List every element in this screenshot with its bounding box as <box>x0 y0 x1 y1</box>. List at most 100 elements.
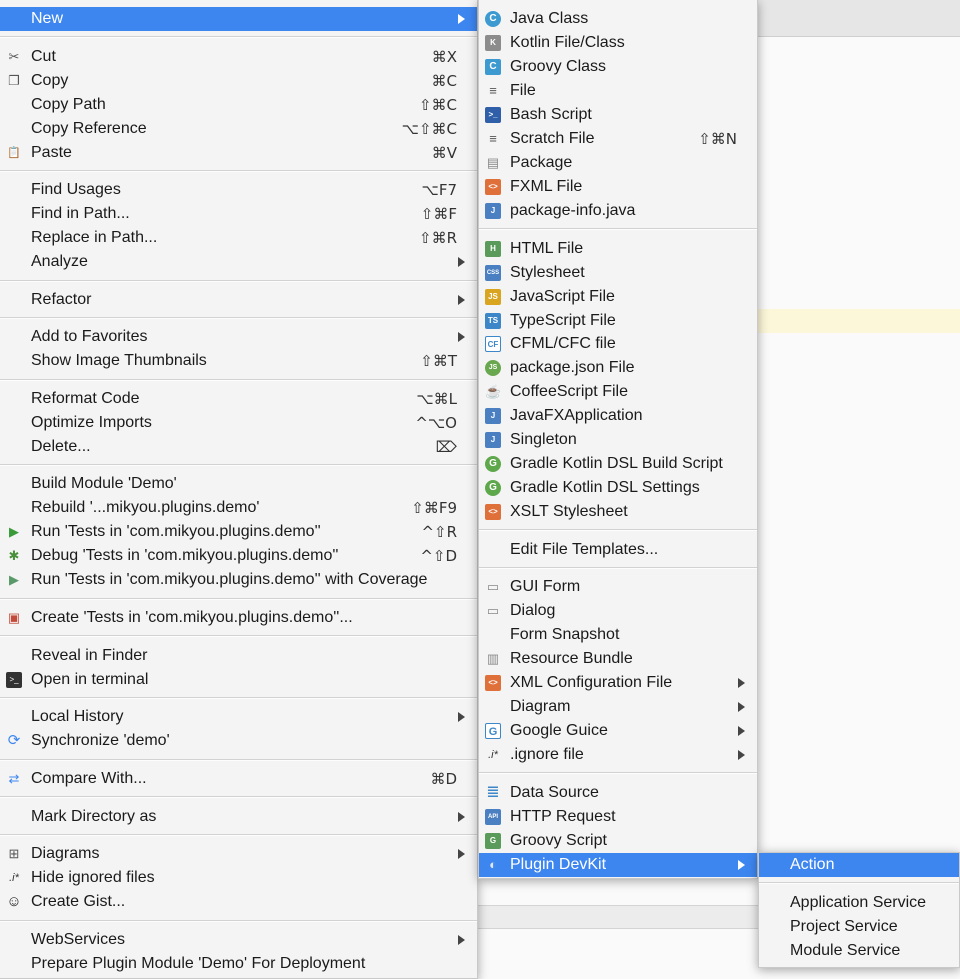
new-item-typescript-file[interactable]: TS TypeScript File <box>479 309 757 333</box>
menu-item-copy-reference[interactable]: Copy Reference ⌥⇧⌘C <box>0 117 477 141</box>
new-item-xml-configuration-file[interactable]: <> XML Configuration File <box>479 671 757 695</box>
menu-item-reveal-in-finder[interactable]: Reveal in Finder <box>0 644 477 668</box>
menu-item-prepare-plugin-module[interactable]: Prepare Plugin Module 'Demo' For Deploym… <box>0 952 477 976</box>
new-item-bash-script[interactable]: >_ Bash Script <box>479 103 757 127</box>
menu-item-analyze[interactable]: Analyze <box>0 250 477 274</box>
new-item-package-json[interactable]: JS package.json File <box>479 356 757 380</box>
menu-item-label: Google Guice <box>510 722 608 739</box>
new-item-fxml-file[interactable]: <> FXML File <box>479 175 757 199</box>
menu-item-create-tests[interactable]: ▣ Create 'Tests in 'com.mikyou.plugins.d… <box>0 606 477 630</box>
menu-item-rebuild[interactable]: Rebuild '...mikyou.plugins.demo' ⇧⌘F9 <box>0 496 477 520</box>
new-item-gui-form[interactable]: ▭ GUI Form <box>479 575 757 599</box>
new-item-data-source[interactable]: ≣ Data Source <box>479 781 757 805</box>
menu-item-find-usages[interactable]: Find Usages ⌥F7 <box>0 178 477 202</box>
devkit-item-project-service[interactable]: Project Service <box>759 915 959 939</box>
menu-item-create-gist[interactable]: ☺ Create Gist... <box>0 890 477 914</box>
menu-item-show-image-thumbnails[interactable]: Show Image Thumbnails ⇧⌘T <box>0 349 477 373</box>
separator <box>0 170 477 172</box>
new-item-stylesheet[interactable]: CSS Stylesheet <box>479 261 757 285</box>
new-item-google-guice[interactable]: G Google Guice <box>479 719 757 743</box>
devkit-item-application-service[interactable]: Application Service <box>759 891 959 915</box>
menu-item-label: Cut <box>31 48 56 65</box>
menu-item-label: Stylesheet <box>510 264 585 281</box>
separator <box>0 635 477 637</box>
menu-item-run-tests[interactable]: ▶ Run 'Tests in 'com.mikyou.plugins.demo… <box>0 520 477 544</box>
compare-icon: ⇄ <box>8 771 20 786</box>
menu-item-debug-tests[interactable]: ✱ Debug 'Tests in 'com.mikyou.plugins.de… <box>0 544 477 568</box>
devkit-item-action[interactable]: Action <box>759 853 959 877</box>
new-item-plugin-devkit[interactable]: ◐ Plugin DevKit <box>479 853 757 877</box>
menu-item-label: GUI Form <box>510 578 581 595</box>
shortcut: ⌥⌘L <box>416 390 457 408</box>
menu-item-label: Compare With... <box>31 770 147 787</box>
gradle-icon: G <box>485 456 501 472</box>
menu-item-label: Kotlin File/Class <box>510 34 625 51</box>
gui-form-icon: ▭ <box>486 579 500 594</box>
submenu-arrow-icon <box>458 332 465 342</box>
new-item-ignore-file[interactable]: .i* .ignore file <box>479 743 757 767</box>
new-item-gradle-kotlin-build[interactable]: G Gradle Kotlin DSL Build Script <box>479 452 757 476</box>
menu-item-label: Rebuild '...mikyou.plugins.demo' <box>31 499 260 516</box>
new-item-javascript-file[interactable]: JS JavaScript File <box>479 285 757 309</box>
menu-item-hide-ignored-files[interactable]: .i* Hide ignored files <box>0 866 477 890</box>
new-item-edit-file-templates[interactable]: Edit File Templates... <box>479 538 757 562</box>
menu-item-optimize-imports[interactable]: Optimize Imports ^⌥O <box>0 411 477 435</box>
new-item-dialog[interactable]: ▭ Dialog <box>479 599 757 623</box>
menu-item-diagrams[interactable]: ⊞ Diagrams <box>0 842 477 866</box>
menu-item-delete[interactable]: Delete... ⌦ <box>0 435 477 459</box>
new-item-groovy-script[interactable]: G Groovy Script <box>479 829 757 853</box>
menu-item-add-to-favorites[interactable]: Add to Favorites <box>0 325 477 349</box>
menu-item-label: Package <box>510 154 573 171</box>
menu-item-find-in-path[interactable]: Find in Path... ⇧⌘F <box>0 202 477 226</box>
coverage-icon: ▶ <box>9 572 19 587</box>
menu-item-local-history[interactable]: Local History <box>0 705 477 729</box>
menu-item-copy-path[interactable]: Copy Path ⇧⌘C <box>0 93 477 117</box>
menu-item-new[interactable]: New <box>0 7 477 31</box>
new-item-groovy-class[interactable]: C Groovy Class <box>479 55 757 79</box>
new-item-file[interactable]: ≡ File <box>479 79 757 103</box>
new-item-java-class[interactable]: C Java Class <box>479 7 757 31</box>
create-test-icon: ▣ <box>7 610 21 625</box>
separator <box>759 882 959 884</box>
menu-item-label: Show Image Thumbnails <box>31 352 207 369</box>
menu-item-run-coverage[interactable]: ▶ Run 'Tests in 'com.mikyou.plugins.demo… <box>0 568 477 592</box>
shortcut: ⌥⇧⌘C <box>401 120 457 138</box>
new-item-gradle-kotlin-settings[interactable]: G Gradle Kotlin DSL Settings <box>479 476 757 500</box>
new-item-form-snapshot[interactable]: Form Snapshot <box>479 623 757 647</box>
new-item-cfml-file[interactable]: CF CFML/CFC file <box>479 332 757 356</box>
menu-item-cut[interactable]: ✂ Cut ⌘X <box>0 45 477 69</box>
shortcut: ⌘D <box>430 770 457 788</box>
new-item-resource-bundle[interactable]: ▥ Resource Bundle <box>479 647 757 671</box>
new-item-coffeescript-file[interactable]: ☕ CoffeeScript File <box>479 380 757 404</box>
menu-item-build-module[interactable]: Build Module 'Demo' <box>0 472 477 496</box>
diagram-icon: ⊞ <box>8 846 20 861</box>
menu-item-open-in-terminal[interactable]: >_ Open in terminal <box>0 668 477 692</box>
menu-item-webservices[interactable]: WebServices <box>0 928 477 952</box>
new-item-html-file[interactable]: H HTML File <box>479 237 757 261</box>
devkit-item-module-service[interactable]: Module Service <box>759 939 959 963</box>
separator <box>0 379 477 381</box>
typescript-file-icon: TS <box>485 313 501 329</box>
new-item-kotlin-file[interactable]: K Kotlin File/Class <box>479 31 757 55</box>
new-item-scratch-file[interactable]: ≡ Scratch File ⇧⌘N <box>479 127 757 151</box>
menu-item-reformat-code[interactable]: Reformat Code ⌥⌘L <box>0 387 477 411</box>
submenu-arrow-icon <box>458 849 465 859</box>
menu-item-label: Reveal in Finder <box>31 647 148 664</box>
menu-item-mark-directory-as[interactable]: Mark Directory as <box>0 805 477 829</box>
menu-item-label: Copy Reference <box>31 120 147 137</box>
shortcut: ⌘C <box>431 72 457 90</box>
menu-item-paste[interactable]: 📋 Paste ⌘V <box>0 141 477 165</box>
new-item-xslt-stylesheet[interactable]: <> XSLT Stylesheet <box>479 500 757 524</box>
new-item-http-request[interactable]: API HTTP Request <box>479 805 757 829</box>
new-item-javafx-application[interactable]: J JavaFXApplication <box>479 404 757 428</box>
menu-item-replace-in-path[interactable]: Replace in Path... ⇧⌘R <box>0 226 477 250</box>
menu-item-synchronize[interactable]: ⟳ Synchronize 'demo' <box>0 729 477 753</box>
menu-item-copy[interactable]: ❐ Copy ⌘C <box>0 69 477 93</box>
shortcut: ⌦ <box>435 438 457 456</box>
new-item-package-info[interactable]: J package-info.java <box>479 199 757 223</box>
menu-item-refactor[interactable]: Refactor <box>0 288 477 312</box>
new-item-singleton[interactable]: J Singleton <box>479 428 757 452</box>
new-item-diagram[interactable]: Diagram <box>479 695 757 719</box>
new-item-package[interactable]: ▤ Package <box>479 151 757 175</box>
menu-item-compare-with[interactable]: ⇄ Compare With... ⌘D <box>0 767 477 791</box>
